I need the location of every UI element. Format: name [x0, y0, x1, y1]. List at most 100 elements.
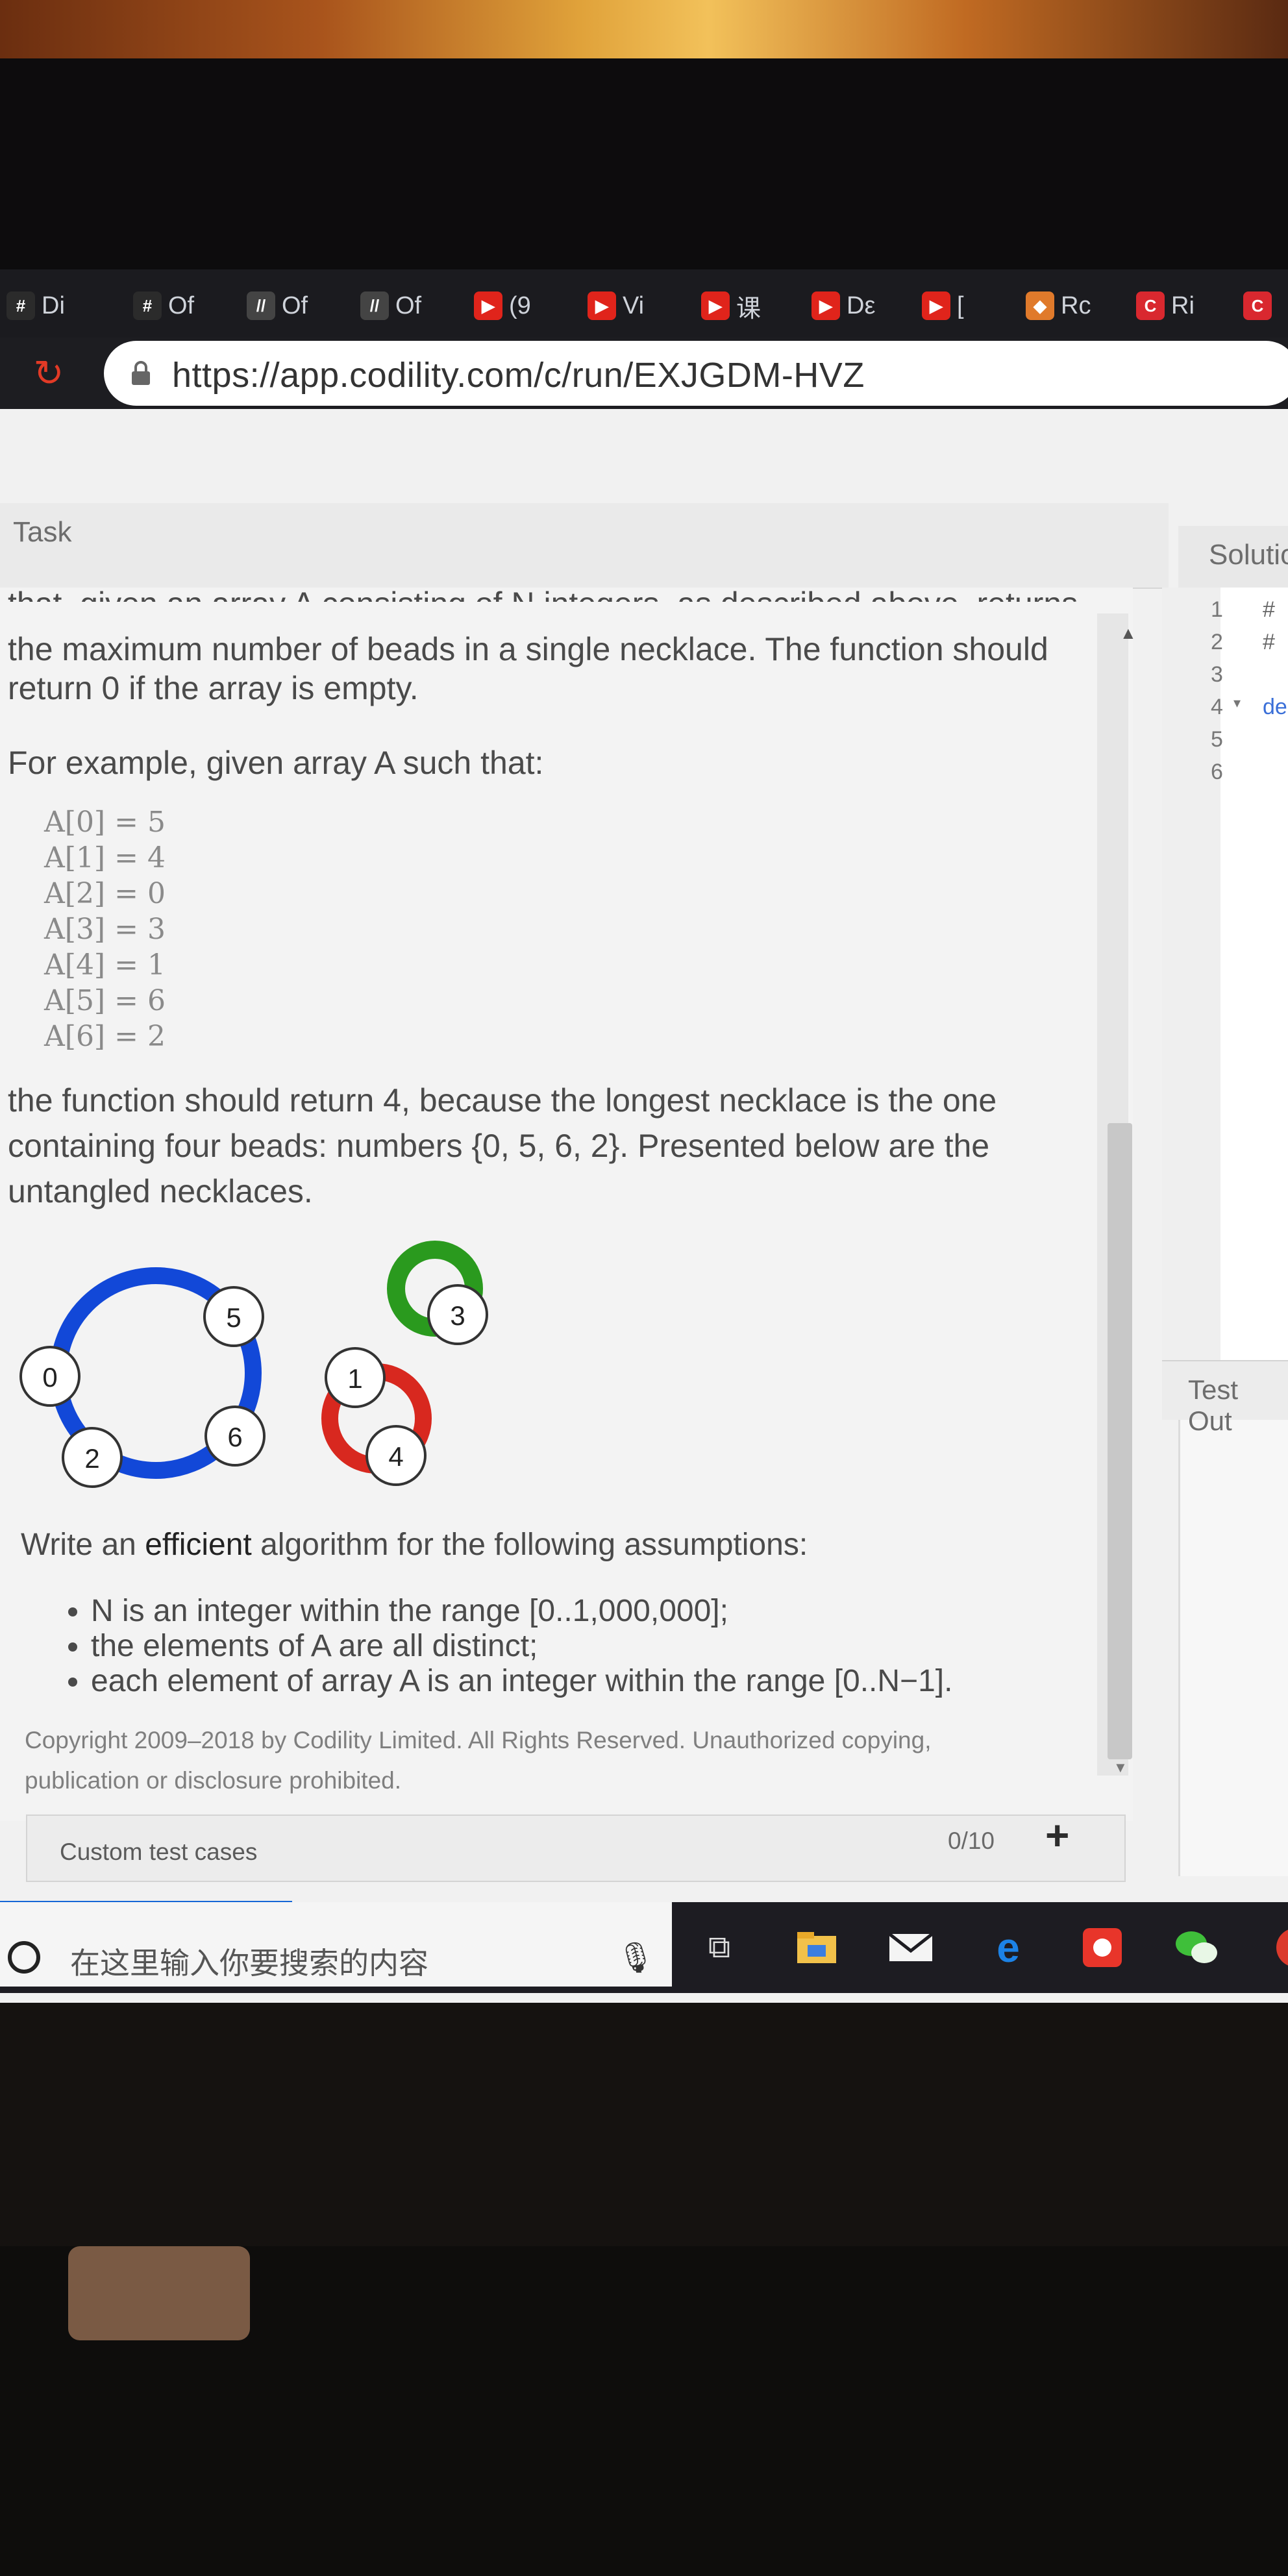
array-line: A[1] = 4: [44, 841, 166, 874]
hash-icon: #: [6, 291, 35, 320]
bead-label: 5: [226, 1302, 241, 1333]
tab-label: Of: [282, 291, 308, 319]
lock-icon: [132, 361, 150, 385]
browser-tab[interactable]: # Of: [133, 282, 194, 329]
hash-icon: #: [133, 291, 162, 320]
wechat-icon[interactable]: [1172, 1923, 1221, 1972]
code-token: #: [1263, 597, 1275, 622]
task-paragraph: For example, given array A such that:: [8, 745, 544, 781]
monitor-bezel-top: [0, 58, 1288, 273]
app-red-icon[interactable]: [1078, 1923, 1127, 1972]
edge-icon[interactable]: e: [984, 1923, 1033, 1972]
line-number: 1: [1211, 597, 1223, 622]
test-output-title: Test Out: [1188, 1374, 1239, 1436]
youtube-icon: ▶: [811, 291, 840, 320]
task-paragraph: containing four beads: numbers {0, 5, 6,…: [8, 1128, 990, 1164]
add-test-case-button[interactable]: +: [1045, 1811, 1069, 1859]
browser-tab[interactable]: ▶ Vi: [588, 282, 644, 329]
task-paragraph: return 0 if the array is empty.: [8, 670, 419, 706]
copyright-line: Copyright 2009–2018 by Codility Limited.…: [25, 1727, 932, 1753]
microphone-icon[interactable]: 🎙: [617, 1940, 654, 1975]
custom-test-cases-label: Custom test cases: [60, 1839, 258, 1865]
bead-label: 4: [388, 1441, 403, 1472]
codility-icon: C: [1136, 291, 1165, 320]
array-line: A[4] = 1: [44, 948, 166, 982]
browser-tab[interactable]: C Ri: [1136, 282, 1195, 329]
array-line: A[5] = 6: [44, 984, 166, 1017]
assumptions-bold: efficient: [145, 1528, 252, 1562]
browser-tab[interactable]: ◆ Rc: [1026, 282, 1091, 329]
browser-tab[interactable]: ▶ [: [922, 282, 964, 329]
line-number: 5: [1211, 727, 1223, 752]
file-explorer-icon[interactable]: [792, 1923, 841, 1972]
browser-tab[interactable]: C: [1243, 282, 1278, 329]
browser-tab[interactable]: ▶ 课: [701, 282, 761, 329]
scroll-up-arrow-icon[interactable]: ▲: [1120, 623, 1137, 643]
stripes-icon: //: [247, 291, 275, 320]
taskbar-search-input[interactable]: 在这里输入你要搜索的内容: [70, 1940, 428, 1983]
youtube-icon: ▶: [474, 291, 502, 320]
tab-label: Di: [42, 291, 65, 319]
solution-title: Solutio: [1209, 539, 1288, 571]
youtube-icon: ▶: [588, 291, 616, 320]
tab-label: 课: [736, 295, 762, 323]
line-number: 4: [1211, 695, 1223, 719]
bead-2: 2: [62, 1427, 123, 1488]
tab-label: Dε: [847, 291, 876, 319]
browser-tab[interactable]: ▶ (9: [474, 282, 531, 329]
partial-text-line: that, given an array A consisting of N i…: [8, 581, 1111, 602]
line-number: 6: [1211, 760, 1223, 784]
bead-5: 5: [203, 1286, 264, 1347]
browser-tab[interactable]: // Of: [247, 282, 308, 329]
bead-label: 1: [347, 1363, 362, 1394]
copyright-line: publication or disclosure prohibited.: [25, 1767, 402, 1794]
assumption-item: the elements of A are all distinct;: [91, 1629, 952, 1664]
array-line: A[3] = 3: [44, 913, 166, 946]
task-view-icon[interactable]: ⧉: [695, 1923, 744, 1972]
scrollbar-thumb[interactable]: [1108, 1123, 1132, 1759]
bead-1: 1: [325, 1347, 386, 1408]
hinge-indicator: [68, 2246, 250, 2340]
bead-label: 2: [84, 1443, 99, 1474]
task-paragraph: untangled necklaces.: [8, 1173, 313, 1209]
fold-arrow-icon[interactable]: ▾: [1233, 695, 1241, 712]
bead-label: 0: [42, 1362, 57, 1393]
task-header: [0, 503, 1169, 589]
url-text: https://app.codility.com/c/run/EXJGDM-HV…: [172, 356, 865, 395]
assumptions-list: N is an integer within the range [0..1,0…: [32, 1594, 952, 1699]
line-number: 3: [1211, 662, 1223, 687]
custom-test-count: 0/10: [948, 1827, 995, 1854]
necklaces-illustration: 5 0 6 2 3 1 4: [19, 1241, 488, 1488]
array-line: A[0] = 5: [44, 806, 166, 839]
chrome-icon[interactable]: [1263, 1923, 1288, 1972]
browser-tab[interactable]: ▶ Dε: [811, 282, 875, 329]
orange-app-icon: ◆: [1026, 291, 1054, 320]
task-paragraph: the function should return 4, because th…: [8, 1082, 997, 1119]
tab-label: (9: [509, 291, 531, 319]
cortana-icon[interactable]: [8, 1941, 40, 1974]
reload-icon[interactable]: ↻: [26, 351, 71, 396]
scroll-down-arrow-icon[interactable]: ▼: [1113, 1759, 1128, 1776]
tab-label: Rc: [1061, 291, 1091, 319]
tab-label: Of: [395, 291, 422, 319]
array-line: A[2] = 0: [44, 877, 166, 910]
browser-tab-bar: # Di # Of // Of // Of ▶ (9 ▶ Vi ▶ 课 ▶ Dε…: [0, 269, 1288, 341]
browser-tab[interactable]: // Of: [360, 282, 421, 329]
assumptions-suffix: algorithm for the following assumptions:: [251, 1528, 808, 1562]
task-title: Task: [13, 516, 72, 548]
bead-label: 6: [227, 1422, 242, 1452]
tab-label: Of: [168, 291, 195, 319]
browser-tab[interactable]: # Di: [6, 282, 65, 329]
stripes-icon: //: [360, 291, 389, 320]
assumptions-prefix: Write an: [21, 1528, 145, 1562]
assumption-item: each element of array A is an integer wi…: [91, 1664, 952, 1699]
mail-icon[interactable]: [886, 1923, 935, 1972]
copyright-notice: Copyright 2009–2018 by Codility Limited.…: [25, 1720, 1128, 1801]
tab-label: [: [957, 291, 964, 319]
bead-label: 3: [450, 1300, 465, 1331]
tab-label: Ri: [1171, 291, 1195, 319]
bead-0: 0: [19, 1346, 80, 1407]
bead-3: 3: [427, 1284, 488, 1345]
code-token: #: [1263, 630, 1275, 654]
bead-4: 4: [365, 1425, 427, 1486]
